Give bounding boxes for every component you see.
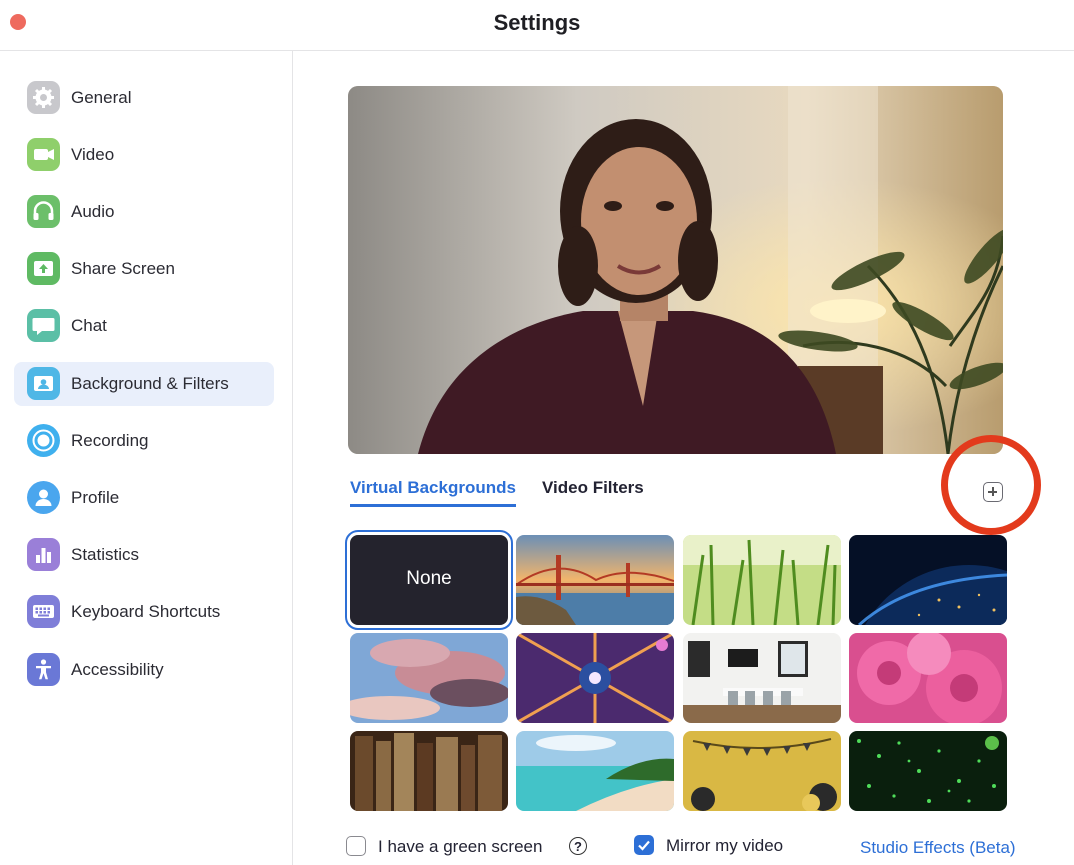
background-thumb-label: None (406, 568, 452, 589)
record-icon (27, 424, 60, 457)
background-filters-panel: Virtual Backgrounds Video Filters None I… (293, 51, 1074, 865)
background-thumb-grass[interactable] (683, 535, 841, 625)
mirror-video-label: Mirror my video (666, 836, 784, 855)
sidebar-item-label: Recording (71, 431, 149, 450)
background-thumb-tropical-beach[interactable] (516, 731, 674, 811)
background-thumb-green-sparkles[interactable] (849, 731, 1007, 811)
green-screen-checkbox[interactable] (346, 836, 366, 856)
background-thumb-pink-clouds[interactable] (350, 633, 508, 723)
sidebar-item-label: Chat (71, 316, 107, 335)
headphones-icon (27, 195, 60, 228)
highlight-annotation-circle (941, 435, 1041, 535)
sidebar-item-recording[interactable]: Recording (14, 419, 274, 463)
title-bar: Settings (0, 0, 1074, 51)
video-camera-icon (27, 138, 60, 171)
video-preview (348, 86, 1003, 454)
tab-video-filters[interactable]: Video Filters (542, 478, 644, 498)
sidebar-item-audio[interactable]: Audio (14, 190, 274, 234)
settings-sidebar: General Video Audio Share Screen Chat Ba… (0, 51, 293, 865)
background-icon (27, 367, 60, 400)
sidebar-item-general[interactable]: General (14, 76, 274, 120)
accessibility-icon (27, 653, 60, 686)
gear-icon (27, 81, 60, 114)
sidebar-item-share-screen[interactable]: Share Screen (14, 247, 274, 291)
sidebar-item-statistics[interactable]: Statistics (14, 533, 274, 577)
background-thumb-golden-gate-bridge[interactable] (516, 535, 674, 625)
sidebar-item-chat[interactable]: Chat (14, 304, 274, 348)
background-thumb-gold-party[interactable] (683, 731, 841, 811)
sidebar-item-label: Background & Filters (71, 374, 229, 393)
checkmark-icon (638, 840, 650, 851)
profile-icon (27, 481, 60, 514)
sidebar-item-label: Audio (71, 202, 115, 221)
background-thumb-kaleidoscope[interactable] (516, 633, 674, 723)
background-thumb-conference-room[interactable] (683, 633, 841, 723)
sidebar-item-label: Statistics (71, 545, 140, 564)
background-thumb-old-books[interactable] (350, 731, 508, 811)
window-title: Settings (493, 10, 581, 35)
sidebar-item-video[interactable]: Video (14, 133, 274, 177)
chat-icon (27, 309, 60, 342)
background-thumb-pink-flowers[interactable] (849, 633, 1007, 723)
sidebar-item-label: General (71, 88, 132, 107)
statistics-icon (27, 538, 60, 571)
sidebar-item-label: Profile (71, 488, 120, 507)
mirror-video-checkbox[interactable] (634, 835, 654, 855)
sidebar-item-label: Share Screen (71, 259, 175, 278)
sidebar-item-label: Accessibility (71, 660, 164, 679)
sidebar-item-label: Video (71, 145, 115, 164)
keyboard-icon (27, 595, 60, 628)
sidebar-item-keyboard-shortcuts[interactable]: Keyboard Shortcuts (14, 590, 274, 634)
sidebar-item-background-filters[interactable]: Background & Filters (14, 362, 274, 406)
background-thumb-earth-from-space[interactable] (849, 535, 1007, 625)
tab-virtual-backgrounds[interactable]: Virtual Backgrounds (350, 478, 516, 507)
help-icon[interactable]: ? (569, 837, 587, 855)
green-screen-label: I have a green screen (378, 837, 543, 856)
background-thumb-none[interactable]: None (345, 530, 513, 630)
share-screen-icon (27, 252, 60, 285)
studio-effects-link[interactable]: Studio Effects (Beta) (860, 838, 1016, 858)
sidebar-item-label: Keyboard Shortcuts (71, 602, 221, 621)
sidebar-item-profile[interactable]: Profile (14, 476, 274, 520)
sidebar-item-accessibility[interactable]: Accessibility (14, 648, 274, 692)
